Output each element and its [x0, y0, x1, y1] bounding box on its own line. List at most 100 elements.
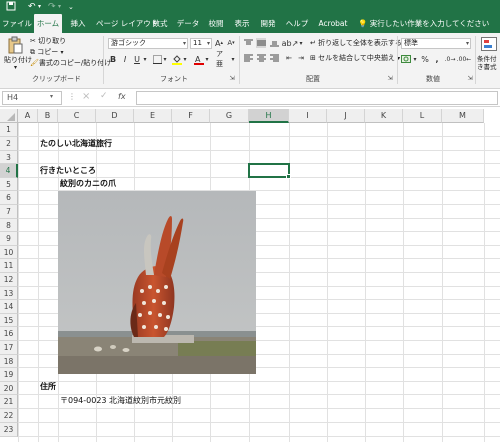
column-header-g[interactable]: G	[210, 109, 249, 123]
align-left-icon[interactable]	[243, 53, 253, 63]
formula-input[interactable]	[136, 91, 498, 105]
accounting-format-icon[interactable]	[401, 53, 411, 65]
row-header-12[interactable]: 12	[0, 273, 18, 287]
column-header-l[interactable]: L	[403, 109, 442, 123]
decrease-indent-icon[interactable]: ⇤	[284, 53, 294, 63]
row-header-9[interactable]: 9	[0, 232, 18, 246]
borders-dropdown-icon[interactable]: ▾	[162, 53, 168, 65]
number-format-select[interactable]: 標準 ▾	[401, 38, 471, 49]
align-center-icon[interactable]	[256, 53, 266, 63]
comma-style-icon[interactable]: ,	[432, 53, 442, 65]
row-header-11[interactable]: 11	[0, 259, 18, 273]
phonetic-dropdown-icon[interactable]: ▾	[230, 53, 236, 65]
font-dialog-launcher-icon[interactable]: ⇲	[228, 74, 236, 82]
undo-dropdown-icon[interactable]: ▾	[38, 1, 41, 13]
row-header-22[interactable]: 22	[0, 409, 18, 423]
format-painter-button[interactable]: 🖌書式のコピー/貼り付け	[30, 58, 111, 68]
row-header-14[interactable]: 14	[0, 300, 18, 314]
bold-icon[interactable]: B	[108, 53, 118, 65]
column-header-b[interactable]: B	[38, 109, 58, 123]
save-icon[interactable]	[6, 1, 16, 13]
enter-icon[interactable]: ✓	[100, 91, 108, 101]
row-header-18[interactable]: 18	[0, 355, 18, 368]
cell-b2[interactable]: たのしい北海道旅行	[40, 138, 112, 150]
phonetic-icon[interactable]: ア亜	[216, 50, 228, 68]
row-header-15[interactable]: 15	[0, 314, 18, 327]
increase-indent-icon[interactable]: ⇥	[296, 53, 306, 63]
insert-function-icon[interactable]: fx	[118, 92, 126, 101]
tab-insert[interactable]: 挿入	[66, 14, 90, 33]
orientation-icon[interactable]: ab↗	[282, 38, 299, 48]
row-header-17[interactable]: 17	[0, 341, 18, 355]
underline-dropdown-icon[interactable]: ▾	[142, 53, 148, 65]
row-header-8[interactable]: 8	[0, 219, 18, 232]
active-cell-h4[interactable]	[248, 163, 290, 178]
undo-icon[interactable]: ↶	[28, 1, 36, 13]
tab-view[interactable]: 表示	[232, 14, 252, 33]
tab-data[interactable]: データ	[176, 14, 200, 33]
tell-me-box[interactable]: 💡 実行したい作業を入力してください	[358, 14, 498, 33]
tab-formulas[interactable]: 数式	[150, 14, 170, 33]
column-header-f[interactable]: F	[172, 109, 210, 123]
customize-toolbar-icon[interactable]: ⌄	[68, 1, 74, 13]
row-header-16[interactable]: 16	[0, 327, 18, 341]
row-header-13[interactable]: 13	[0, 287, 18, 300]
increase-font-icon[interactable]: A ▴	[214, 37, 224, 49]
row-header-2[interactable]: 2	[0, 137, 18, 151]
cancel-icon[interactable]: ×	[82, 91, 90, 102]
copy-button[interactable]: ⧉ コピー ▾	[30, 47, 63, 58]
conditional-formatting-button[interactable]: 条件付き書式	[477, 55, 500, 71]
fill-handle[interactable]	[286, 174, 291, 179]
crab-claw-photo[interactable]	[58, 191, 256, 374]
cell-b20[interactable]: 住所	[40, 381, 56, 393]
row-header-4[interactable]: 4	[0, 164, 18, 178]
increase-decimal-icon[interactable]: .0→	[444, 53, 456, 65]
paste-button[interactable]: 貼り付け	[4, 55, 32, 65]
accounting-dropdown-icon[interactable]: ▾	[412, 53, 418, 65]
row-header-3[interactable]: 3	[0, 151, 18, 164]
font-color-dropdown-icon[interactable]: ▾	[204, 53, 210, 65]
number-dialog-launcher-icon[interactable]: ⇲	[466, 74, 474, 82]
tab-file[interactable]: ファイル	[2, 14, 32, 33]
row-header-5[interactable]: 5	[0, 178, 18, 191]
row-header-1[interactable]: 1	[0, 123, 18, 137]
column-header-m[interactable]: M	[442, 109, 484, 123]
cut-button[interactable]: ✂ 切り取り	[30, 36, 66, 46]
column-header-c[interactable]: C	[58, 109, 96, 123]
tab-page-layout[interactable]: ページ レイアウト	[96, 14, 158, 33]
align-middle-icon[interactable]	[256, 38, 266, 48]
paste-icon[interactable]	[6, 36, 24, 54]
select-all-button[interactable]	[0, 109, 18, 123]
redo-dropdown-icon[interactable]: ▾	[58, 1, 61, 13]
wrap-text-button[interactable]: ↵ 折り返して全体を表示する	[310, 38, 402, 48]
column-header-e[interactable]: E	[134, 109, 172, 123]
cell-c5[interactable]: 紋別のカニの爪	[60, 178, 116, 190]
font-color-icon[interactable]: A	[194, 53, 204, 65]
tab-review[interactable]: 校閲	[206, 14, 226, 33]
row-header-21[interactable]: 21	[0, 395, 18, 409]
tab-developer[interactable]: 開発	[258, 14, 278, 33]
percent-icon[interactable]: %	[420, 53, 430, 65]
column-header-i[interactable]: I	[289, 109, 327, 123]
underline-icon[interactable]: U	[132, 53, 142, 65]
align-right-icon[interactable]	[269, 53, 279, 63]
paste-dropdown-icon[interactable]: ▾	[14, 63, 17, 73]
orientation-dropdown-icon[interactable]: ▾	[298, 38, 304, 48]
fill-color-dropdown-icon[interactable]: ▾	[182, 53, 188, 65]
align-top-icon[interactable]	[243, 38, 253, 48]
font-size-select[interactable]: 11 ▾	[190, 38, 212, 49]
column-header-d[interactable]: D	[96, 109, 134, 123]
alignment-dialog-launcher-icon[interactable]: ⇲	[386, 74, 394, 82]
redo-icon[interactable]: ↷	[48, 1, 56, 13]
decrease-decimal-icon[interactable]: .00←	[457, 53, 472, 65]
align-bottom-icon[interactable]	[269, 38, 279, 48]
column-header-a[interactable]: A	[18, 109, 38, 123]
merge-center-button[interactable]: ⊞ セルを結合して中央揃え ▾	[310, 53, 400, 64]
tab-help[interactable]: ヘルプ	[284, 14, 310, 33]
row-header-20[interactable]: 20	[0, 382, 18, 395]
tab-acrobat[interactable]: Acrobat	[318, 14, 348, 33]
more-icon[interactable]: ⋮	[68, 92, 76, 101]
row-header-6[interactable]: 6	[0, 191, 18, 205]
italic-icon[interactable]: I	[120, 53, 130, 65]
tab-home[interactable]: ホーム	[34, 14, 62, 33]
